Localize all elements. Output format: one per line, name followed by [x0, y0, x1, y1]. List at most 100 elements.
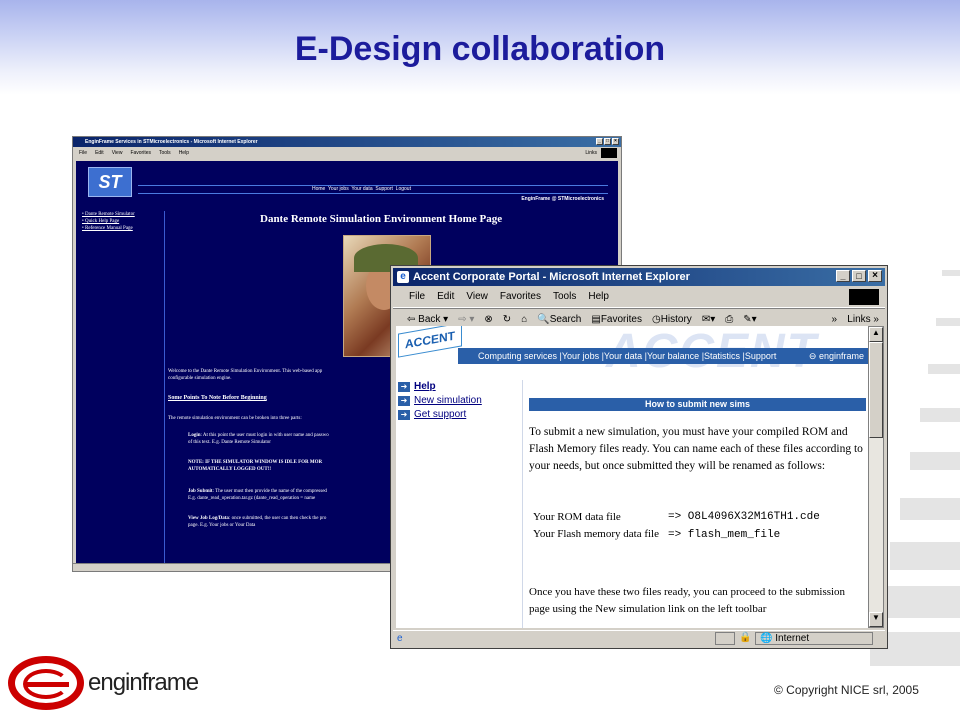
nav-statistics[interactable]: Statistics	[704, 351, 740, 361]
table-row: Your ROM data file => O8L4096X32M16TH1.c…	[533, 510, 820, 524]
accent-status-bar: e 🔒 🌐 Internet	[393, 630, 885, 646]
copyright-text: © Copyright NICE srl, 2005	[774, 683, 919, 697]
minimize-button[interactable]: _	[836, 270, 850, 282]
st-menu-bar: File Edit View Favorites Tools Help Link…	[73, 147, 621, 159]
st-logo: ST	[88, 167, 132, 197]
links-button[interactable]: Links »	[847, 314, 879, 325]
accent-menu-bar: File Edit View Favorites Tools Help	[393, 286, 885, 308]
table-row: Your Flash memory data file => flash_mem…	[533, 528, 781, 541]
maximize-button[interactable]: □	[852, 270, 866, 282]
accent-browser-window: e Accent Corporate Portal - Microsoft In…	[390, 265, 888, 649]
menu-edit[interactable]: Edit	[95, 150, 104, 156]
menu-file[interactable]: File	[409, 291, 425, 302]
menu-view[interactable]: View	[112, 150, 123, 156]
nav-your-jobs[interactable]: Your jobs	[562, 351, 599, 361]
print-icon[interactable]: ⎙	[725, 314, 733, 325]
sidebar-item-help[interactable]: ➜ Help	[398, 380, 482, 394]
logo-inner-ring	[23, 669, 69, 699]
accent-page-body: ACCENT ACCENT Computing services |Your j…	[396, 326, 868, 628]
decor-stripe	[900, 498, 960, 520]
decor-stripe	[880, 586, 960, 618]
accent-window-title: Accent Corporate Portal - Microsoft Inte…	[413, 271, 690, 283]
maximize-button[interactable]: □	[604, 138, 611, 145]
forward-button[interactable]: ⇨ ▾	[458, 314, 474, 325]
enginframe-logo-mark	[8, 656, 84, 710]
home-icon[interactable]: ⌂	[521, 314, 527, 325]
accent-logo: ACCENT	[398, 326, 462, 358]
menu-tools[interactable]: Tools	[553, 291, 576, 302]
menu-tools[interactable]: Tools	[159, 150, 171, 156]
st-login-item: Login: At this point the user must login…	[188, 433, 329, 445]
menu-file[interactable]: File	[79, 150, 87, 156]
edit-icon[interactable]: ✎▾	[743, 314, 756, 325]
menu-favorites[interactable]: Favorites	[130, 150, 151, 156]
arrow-icon: ➜	[398, 410, 410, 420]
enginframe-logo: enginframe	[8, 656, 199, 710]
vertical-scrollbar[interactable]: ▲ ▼	[868, 326, 884, 628]
close-button[interactable]: ×	[612, 138, 619, 145]
how-to-box-title: How to submit new sims	[529, 398, 866, 411]
history-button[interactable]: ◷History	[652, 314, 692, 325]
arrow-icon: ➜	[398, 396, 410, 406]
back-button[interactable]: ⇦ Back ▾	[407, 314, 448, 325]
menu-favorites[interactable]: Favorites	[500, 291, 541, 302]
st-side-link[interactable]: • Quick Help Page	[82, 218, 135, 225]
scroll-up-button[interactable]: ▲	[869, 327, 883, 342]
decor-stripe	[920, 408, 960, 422]
internet-zone: 🌐 Internet	[755, 632, 873, 645]
minimize-button[interactable]: _	[596, 138, 603, 145]
lock-icon: 🔒	[739, 632, 752, 643]
menu-edit[interactable]: Edit	[437, 291, 454, 302]
st-vertical-line	[164, 211, 165, 571]
decor-stripe	[936, 318, 960, 326]
windows-logo-icon	[849, 289, 879, 305]
arrow-icon: ➜	[398, 382, 410, 392]
st-sidebar: • Dante Remote Simulator • Quick Help Pa…	[82, 211, 135, 232]
favorites-button[interactable]: ▤Favorites	[591, 314, 642, 325]
st-window-title: EnginFrame Services in STMicroelectronic…	[85, 139, 258, 145]
enginframe-small-logo: ⊖ enginframe	[808, 351, 864, 361]
menu-help[interactable]: Help	[179, 150, 189, 156]
decor-stripe	[890, 542, 960, 570]
chevron-right-icon[interactable]: »	[831, 314, 837, 325]
st-page-heading: Dante Remote Simulation Environment Home…	[260, 213, 503, 225]
file-table: Your ROM data file => O8L4096X32M16TH1.c…	[533, 506, 820, 541]
nav-your-data[interactable]: Your data	[604, 351, 642, 361]
nav-your-balance[interactable]: Your balance	[647, 351, 699, 361]
st-side-link[interactable]: • Reference Manual Page	[82, 225, 135, 232]
close-button[interactable]: ×	[868, 270, 882, 282]
nav-support[interactable]: Support	[745, 351, 777, 361]
menu-help[interactable]: Help	[588, 291, 609, 302]
decor-stripe	[910, 452, 960, 470]
accent-logo-text: ACCENT	[405, 328, 455, 352]
st-window-titlebar: EnginFrame Services in STMicroelectronic…	[73, 137, 621, 147]
nav-computing-services[interactable]: Computing services	[478, 351, 557, 361]
windows-logo-icon	[601, 148, 617, 158]
scroll-thumb[interactable]	[869, 342, 883, 438]
st-header-line	[138, 193, 608, 194]
st-welcome-text: Welcome to the Dante Remote Simulation E…	[168, 369, 323, 381]
enginframe-logo-text: enginframe	[88, 669, 199, 696]
mail-icon[interactable]: ✉▾	[702, 314, 715, 325]
menu-view[interactable]: View	[466, 291, 488, 302]
scroll-down-button[interactable]: ▼	[869, 612, 883, 627]
st-nav-links[interactable]: Home Your jobs Your data Support Logout	[312, 186, 411, 193]
accent-divider	[522, 380, 523, 628]
ie-icon: e	[397, 271, 409, 283]
st-view-item: View Job Log/Data: once submitted, the u…	[188, 516, 327, 528]
st-points-heading[interactable]: Some Points To Note Before Beginning	[168, 395, 267, 401]
sidebar-item-new-simulation[interactable]: ➜ New simulation	[398, 394, 482, 408]
slide-title: E-Design collaboration	[294, 30, 666, 68]
sidebar-item-get-support[interactable]: ➜ Get support	[398, 408, 482, 422]
stop-icon[interactable]: ⊗	[484, 314, 492, 325]
decor-stripe	[928, 364, 960, 374]
st-job-item: Job Submit: The user must then provide t…	[188, 489, 327, 501]
search-button[interactable]: 🔍Search	[537, 314, 581, 325]
st-side-link[interactable]: • Dante Remote Simulator	[82, 211, 135, 218]
accent-window-titlebar: e Accent Corporate Portal - Microsoft In…	[393, 268, 885, 286]
how-to-outro: Once you have these two files ready, you…	[529, 586, 846, 615]
st-parts-text: The remote simulation environment can be…	[168, 416, 302, 421]
accent-nav-bar: Computing services |Your jobs |Your data…	[458, 348, 868, 364]
refresh-icon[interactable]: ↻	[503, 314, 511, 325]
links-label[interactable]: Links	[585, 150, 597, 156]
